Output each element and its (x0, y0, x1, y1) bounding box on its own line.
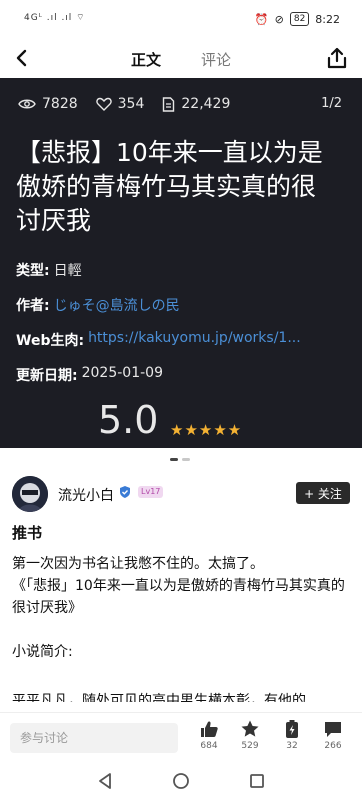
post-line: 第一次因为书名让我憋不住的。太搞了。 (12, 556, 264, 572)
page-dot-active (170, 458, 178, 461)
post-line-truncated: 平平凡凡，随处可见的高中男生横本彰，有他的 (12, 693, 306, 702)
battery-icon: 82 (289, 12, 310, 26)
word-count: 22,429 (181, 96, 231, 112)
rating-score: 5.0 (98, 398, 159, 442)
meta-type-value: 日輕 (53, 263, 82, 279)
meta-date: 更新日期: 2025-01-09 (16, 365, 163, 385)
tab-comments[interactable]: 评论 (201, 46, 231, 72)
meta-author: 作者: じゅそ@島流しの民 (16, 295, 180, 315)
comment-input[interactable]: 参与讨论 (10, 723, 178, 753)
post-line: 《「悲报」10年来一直以为是傲娇的青梅竹马其实真的很讨厌我》 (12, 578, 345, 616)
triangle-back-icon (99, 773, 111, 789)
bottom-action-bar: 参与讨论 684 529 32 266 (0, 712, 362, 762)
meta-author-label: 作者: (16, 298, 50, 314)
meta-type-label: 类型: (16, 263, 50, 279)
post-line: 小说简介: (12, 644, 73, 660)
meta-date-label: 更新日期: (16, 368, 78, 384)
eye-icon (18, 99, 36, 109)
avatar-image (12, 476, 48, 512)
square-recents-icon (250, 774, 264, 788)
document-icon (163, 96, 175, 112)
likes-stat: 354 (95, 96, 145, 112)
signal-indicators: 4Gᴸ .ıl .ıl ⌔ (24, 13, 86, 23)
comment-count: 266 (324, 741, 342, 751)
thumbs-up-icon (201, 721, 218, 737)
favorite-button[interactable]: 529 (233, 719, 267, 751)
post-body: 第一次因为书名让我憋不住的。太搞了。 《「悲报」10年来一直以为是傲娇的青梅竹马… (12, 553, 352, 663)
share-button[interactable] (326, 46, 348, 70)
novel-stats: 7828 354 22,429 (18, 96, 230, 112)
views-stat: 7828 (18, 96, 78, 112)
like-count: 684 (200, 741, 218, 751)
meta-raw-label: Web生肉: (16, 333, 85, 349)
meta-author-link[interactable]: じゅそ@島流しの民 (54, 295, 180, 315)
like-button[interactable]: 684 (192, 719, 226, 751)
charge-button[interactable]: 32 (275, 719, 309, 751)
battery-charge-icon (286, 720, 298, 738)
alarm-icon: ⏰ (254, 12, 269, 26)
star-icon (241, 720, 259, 737)
verified-badge-icon (120, 486, 130, 498)
comment-icon (325, 722, 341, 737)
avatar[interactable] (12, 476, 48, 512)
level-badge: Lv17 (138, 486, 164, 498)
system-back-button[interactable] (95, 771, 115, 791)
novel-title: 【悲报】10年来一直以为是傲娇的青梅竹马其实真的很讨厌我 (16, 138, 323, 235)
rating-stars: ★★★★★ (170, 421, 243, 439)
views-count: 7828 (42, 96, 78, 112)
meta-date-value: 2025-01-09 (81, 365, 163, 381)
share-icon (327, 47, 347, 69)
meta-raw-link[interactable]: https://kakuyomu.jp/works/1... (88, 330, 301, 350)
meta-type: 类型: 日輕 (16, 260, 82, 280)
vibrate-icon: ⊘ (274, 12, 284, 26)
page-dot (182, 458, 190, 461)
page-indicator: 1/2 (321, 96, 342, 111)
charge-count: 32 (286, 741, 298, 751)
tab-main-text[interactable]: 正文 (131, 46, 161, 72)
author-name[interactable]: 流光小白 (58, 485, 114, 505)
status-bar: 4Gᴸ .ıl .ıl ⌔ ⏰ ⊘ 82 8:22 (0, 0, 362, 40)
post-heading: 推书 (12, 524, 43, 542)
system-recents-button[interactable] (247, 771, 267, 791)
follow-button[interactable]: + 关注 (296, 482, 350, 504)
novel-info-card: 7828 354 22,429 1/2 【悲报】10年来一直以为是傲娇的青梅竹马… (0, 78, 362, 448)
top-nav: 正文 评论 (0, 40, 362, 76)
likes-count: 354 (117, 96, 145, 112)
post-author-row: 流光小白 Lv17 + 关注 (0, 470, 362, 516)
page-dots (170, 458, 190, 461)
status-right: ⏰ ⊘ 82 8:22 (255, 12, 340, 26)
circle-home-icon (173, 773, 189, 789)
heart-icon (95, 97, 112, 111)
nav-tabs: 正文 评论 (0, 46, 362, 72)
comments-button[interactable]: 266 (316, 719, 350, 751)
system-nav-bar (0, 762, 362, 800)
words-stat: 22,429 (162, 96, 230, 112)
clock: 8:22 (315, 12, 340, 26)
favorite-count: 529 (241, 741, 259, 751)
system-home-button[interactable] (171, 771, 191, 791)
meta-raw: Web生肉: https://kakuyomu.jp/works/1... (16, 330, 301, 350)
